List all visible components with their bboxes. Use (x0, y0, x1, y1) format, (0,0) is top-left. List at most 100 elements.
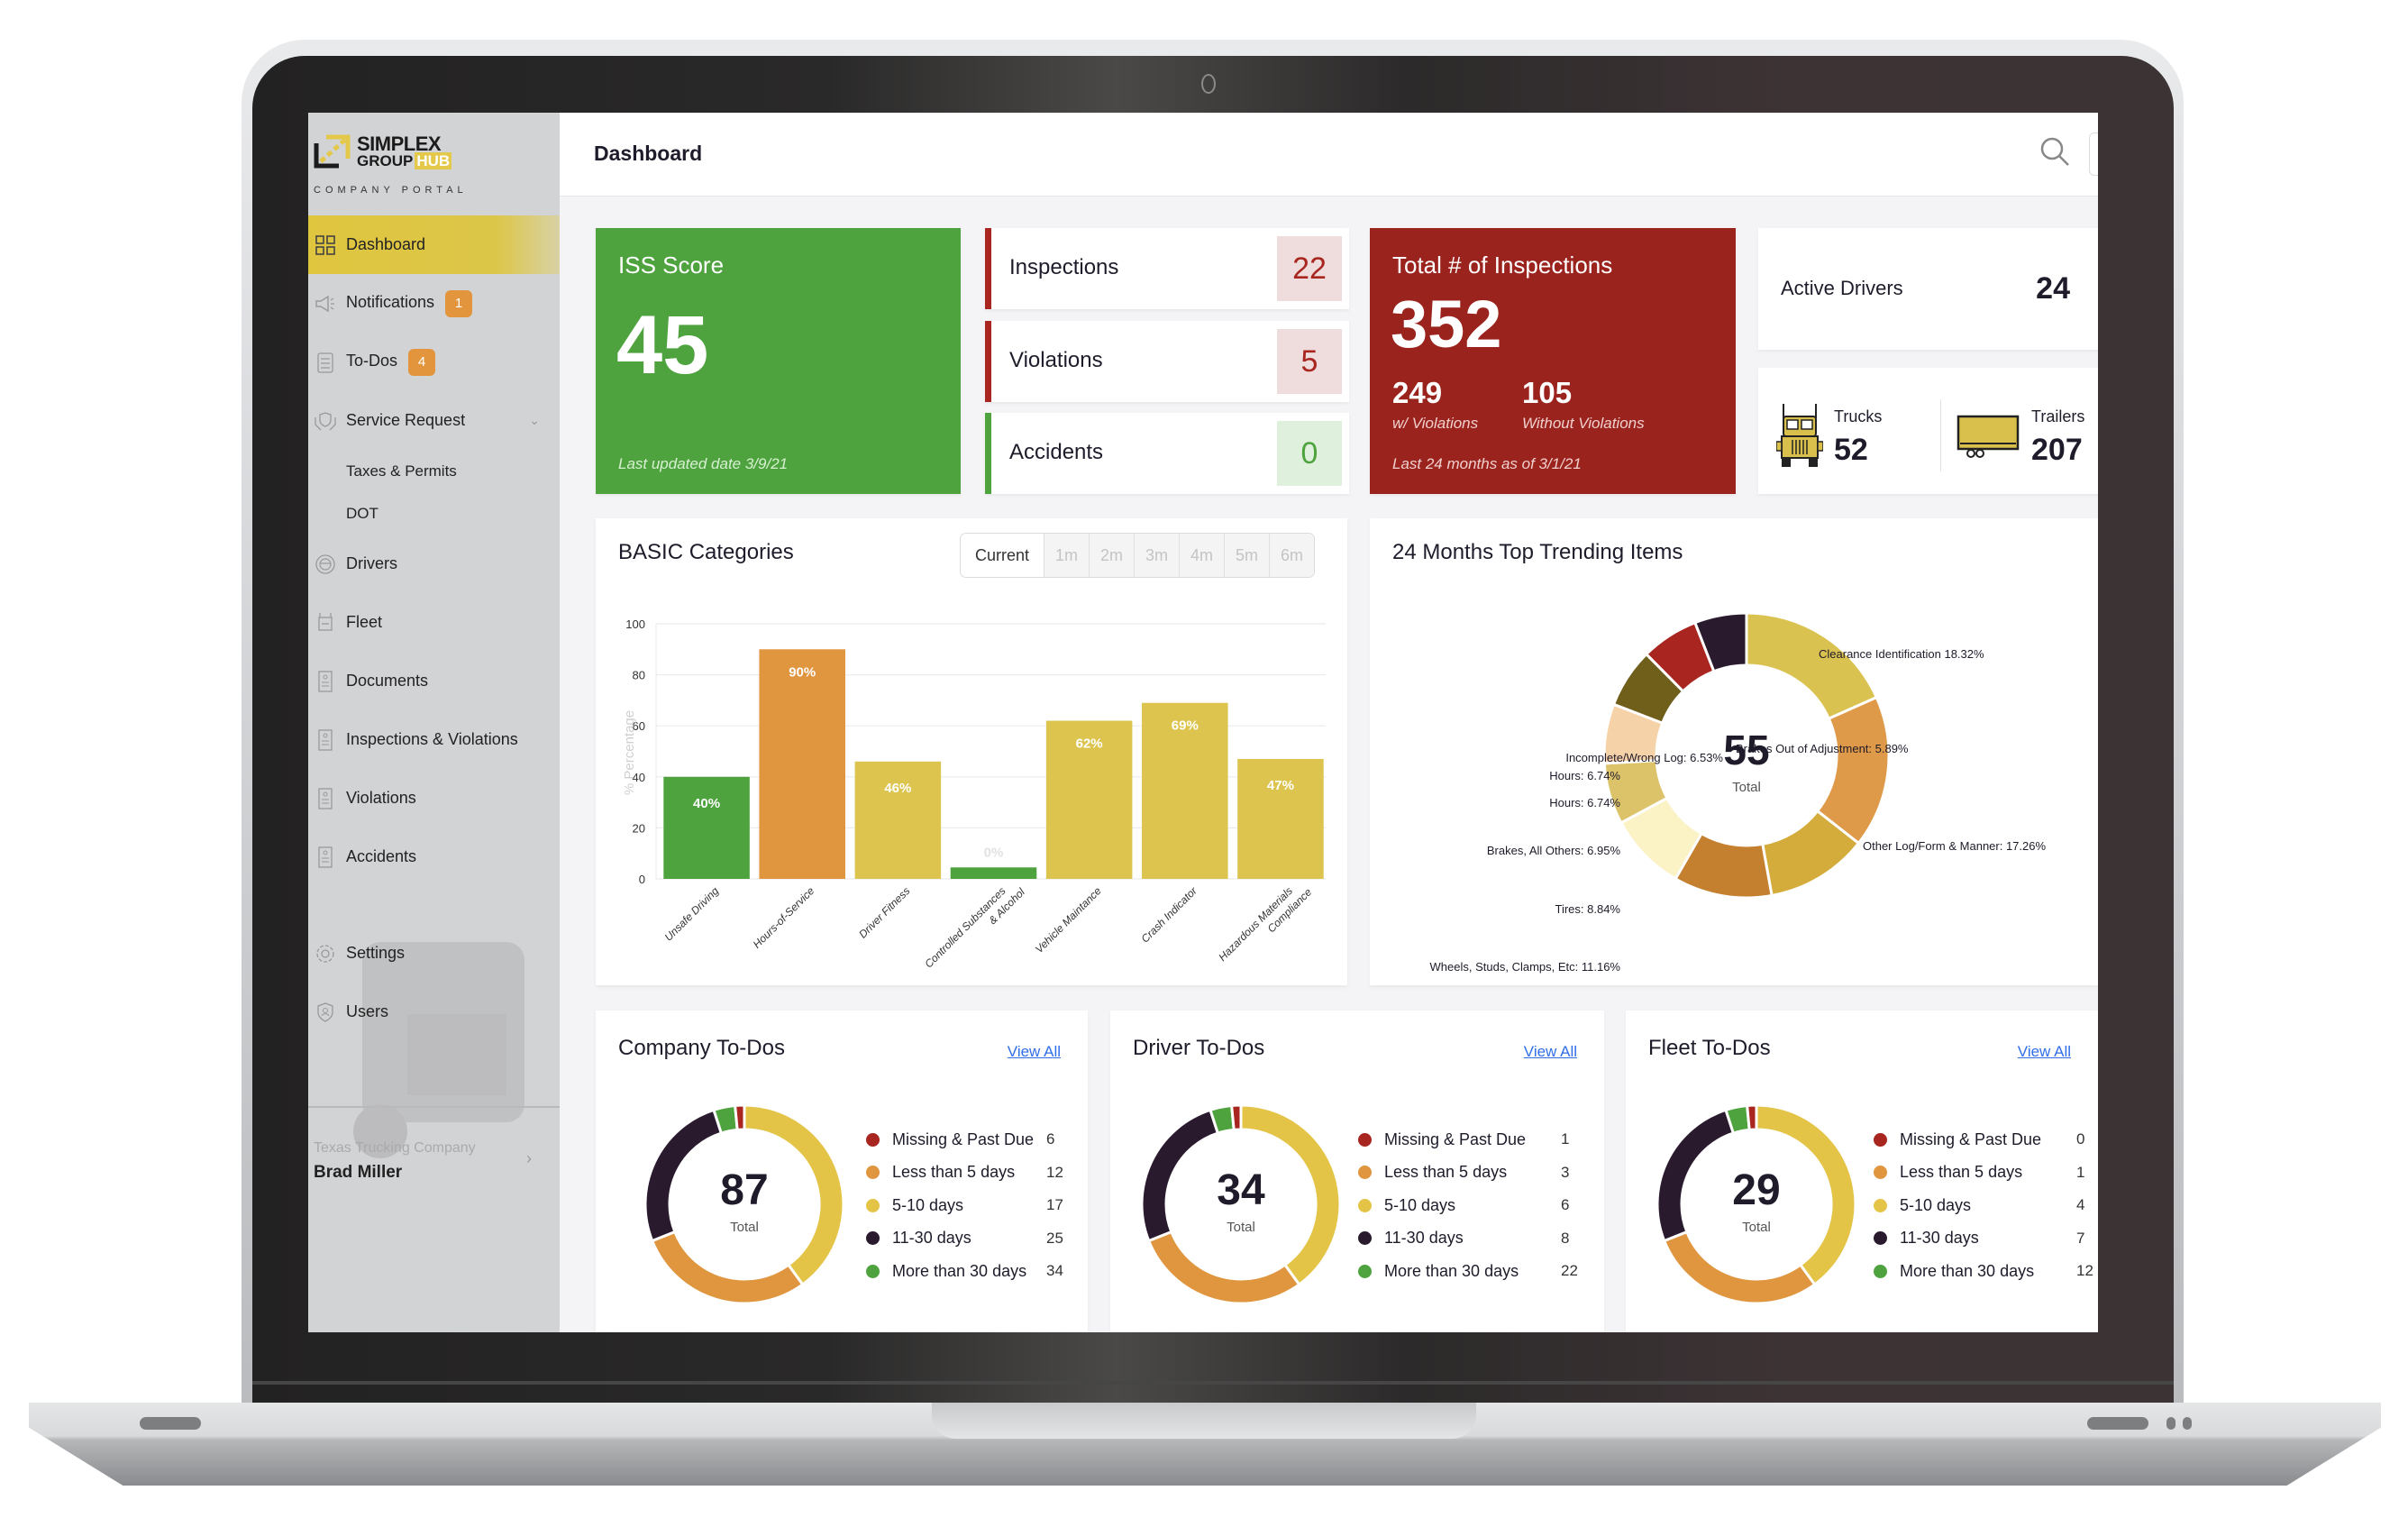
user-menu-button[interactable] (2089, 133, 2098, 176)
x-tick-label: Crash Indicator (1138, 884, 1199, 946)
legend-item[interactable]: 11-30 days 7 (1874, 1222, 2084, 1256)
total-value: 352 (1391, 287, 1502, 361)
x-tick-label-line: Hours-of-Service (751, 884, 817, 951)
legend-item[interactable]: Less than 5 days 1 (1874, 1157, 2084, 1190)
total-title: Total # of Inspections (1392, 251, 1613, 279)
hands-shield-icon (314, 409, 337, 433)
legend-item[interactable]: Missing & Past Due 6 (866, 1123, 1054, 1157)
sidebar-item-inspections-violations[interactable]: Inspections & Violations (308, 710, 560, 769)
legend-dot (866, 1231, 880, 1246)
legend-item[interactable]: More than 30 days 22 (1358, 1255, 1578, 1288)
legend-label: Missing & Past Due (892, 1129, 1035, 1148)
legend-label: Missing & Past Due (1384, 1129, 1527, 1148)
total-footnote: Last 24 months as of 3/1/21 (1392, 455, 1582, 472)
sidebar-item-notifications[interactable]: Notifications 1 (308, 274, 560, 333)
sidebar-item-service-request[interactable]: Service Request ⌄ (308, 391, 560, 450)
chevron-down-icon[interactable]: ⌄ (529, 413, 540, 428)
view-all-link[interactable]: View All (1008, 1043, 1061, 1061)
basic-bar-chart: 020406080100% Percentage40%Unsafe Drivin… (622, 617, 1326, 971)
trucks-value: 52 (1834, 433, 1868, 467)
sidebar-item-todos[interactable]: To-Dos 4 (308, 333, 560, 391)
trailer-icon (1957, 415, 2020, 458)
x-tick-label-line: Driver Fitness (856, 884, 912, 940)
y-tick-label: 0 (639, 873, 645, 886)
legend-count: 8 (1561, 1229, 1570, 1247)
sidebar-subitem-dot[interactable]: DOT (308, 492, 560, 535)
inspections-stat[interactable]: Inspections 22 (985, 228, 1349, 309)
active-drivers-card[interactable]: Active Drivers 24 (1758, 228, 2098, 350)
steering-wheel-icon (314, 553, 337, 576)
sidebar-subitem-taxes-permits[interactable]: Taxes & Permits (308, 450, 560, 492)
company-name: Texas Trucking Company (314, 1140, 476, 1156)
trending-donut-chart: 55TotalClearance Identification 18.32%Ot… (1430, 611, 2046, 974)
accidents-stat[interactable]: Accidents 0 (985, 413, 1349, 494)
todos-badge: 4 (408, 348, 436, 376)
sidebar-item-settings[interactable]: Settings (308, 924, 560, 983)
sidebar-item-violations[interactable]: Violations (308, 769, 560, 828)
legend-item[interactable]: 5-10 days 17 (866, 1189, 1063, 1222)
sidebar-item-label: Dashboard (346, 235, 426, 253)
user-name[interactable]: Brad Miller (314, 1163, 402, 1183)
laptop-base-notch (932, 1403, 1476, 1439)
legend-dot (1358, 1198, 1372, 1212)
sidebar-item-drivers[interactable]: Drivers (308, 535, 560, 593)
legend-dot (1874, 1166, 1887, 1180)
driver-todos-card: Driver To-Dos View All 34 Total Missing & Pa… (1110, 1010, 1604, 1332)
sidebar-item-label-wrap: Notifications 1 (346, 289, 473, 317)
without-violations-label: Without Violations (1522, 415, 1645, 432)
app-screen: SIMPLEX GROUP HUB COMPANY PORTAL Dashboar… (308, 113, 2098, 1332)
view-all-link[interactable]: View All (2018, 1043, 2071, 1061)
todo-total: 29 (1732, 1166, 1781, 1214)
donut-segment (650, 1230, 805, 1305)
camera-icon (1201, 74, 1216, 94)
stat-label: Inspections (1009, 255, 1119, 279)
bar (1237, 758, 1324, 879)
sidebar-item-label: Inspections & Violations (346, 730, 518, 748)
bar-label: 46% (884, 781, 911, 796)
legend-item[interactable]: Missing & Past Due 0 (1874, 1123, 2084, 1157)
legend-item[interactable]: 5-10 days 6 (1358, 1189, 1569, 1222)
legend-label: Less than 5 days (1900, 1163, 2023, 1182)
sidebar-item-documents[interactable]: Documents (308, 652, 560, 710)
legend-count: 34 (1046, 1262, 1063, 1280)
legend-item[interactable]: Less than 5 days 12 (866, 1157, 1063, 1190)
notifications-badge: 1 (445, 289, 473, 317)
x-tick-label-line: Unsafe Driving (662, 884, 722, 944)
legend-item[interactable]: 5-10 days 4 (1874, 1189, 2084, 1222)
view-all-link[interactable]: View All (1524, 1043, 1577, 1061)
donut-segment (734, 1103, 746, 1132)
bar (854, 761, 942, 879)
slice-label: Tires: 8.84% (1555, 902, 1621, 916)
legend-count: 3 (1561, 1163, 1570, 1181)
sidebar-item-users[interactable]: Users (308, 983, 560, 1041)
legend-item[interactable]: 11-30 days 8 (1358, 1222, 1569, 1256)
legend-label: 5-10 days (1384, 1195, 1456, 1214)
legend-count: 25 (1046, 1229, 1063, 1247)
bar-label: 90% (789, 664, 816, 680)
legend-count: 1 (1561, 1130, 1570, 1148)
card-title: Fleet To-Dos (1648, 1036, 1771, 1060)
legend-item[interactable]: Missing & Past Due 1 (1358, 1123, 1569, 1157)
sidebar-item-fleet[interactable]: Fleet (308, 593, 560, 652)
legend-dot (1358, 1231, 1372, 1246)
search-icon[interactable] (2039, 135, 2071, 168)
legend-item[interactable]: More than 30 days 34 (866, 1255, 1063, 1288)
document-icon (314, 846, 337, 869)
checklist-icon (314, 351, 337, 374)
document-icon (314, 787, 337, 810)
legend-item[interactable]: Less than 5 days 3 (1358, 1157, 1569, 1190)
chevron-right-icon[interactable]: › (526, 1149, 532, 1168)
with-violations-label: w/ Violations (1392, 415, 1479, 432)
sidebar-item-dashboard[interactable]: Dashboard (308, 215, 560, 274)
trailers-label: Trailers (2031, 407, 2085, 425)
y-tick-label: 80 (633, 669, 645, 682)
legend-item[interactable]: 11-30 days 25 (866, 1222, 1063, 1256)
sidebar-item-label: DOT (346, 504, 379, 522)
document-icon (314, 670, 337, 693)
sidebar-nav: Dashboard Notifications 1 To-Dos 4 Service… (308, 215, 560, 1041)
violations-stat[interactable]: Violations 5 (985, 321, 1349, 402)
sidebar-item-accidents[interactable]: Accidents (308, 828, 560, 886)
legend-item[interactable]: More than 30 days 12 (1874, 1255, 2093, 1288)
x-tick-label: Controlled Substances& Alcohol (922, 884, 1027, 970)
logo[interactable]: SIMPLEX GROUP HUB COMPANY PORTAL (314, 129, 548, 210)
